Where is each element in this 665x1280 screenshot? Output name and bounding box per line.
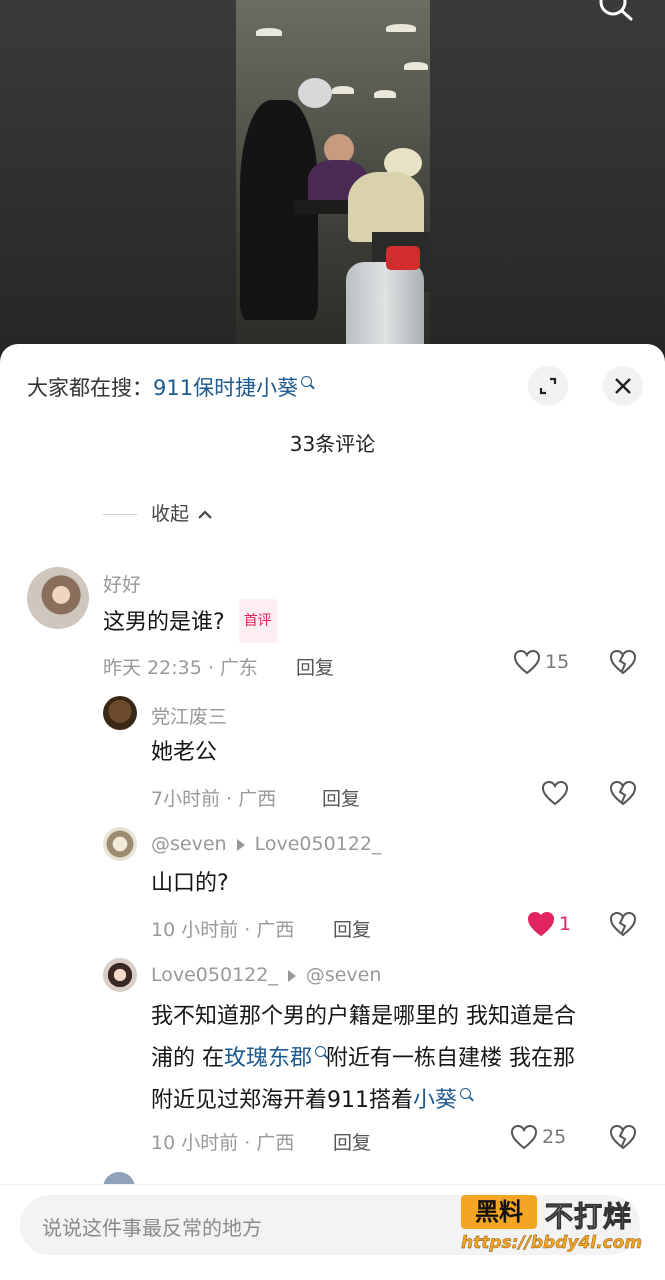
trending-search-term[interactable]: 911保时捷小葵: [153, 376, 298, 400]
comment-input-placeholder: 说说这件事最反常的地方: [42, 1216, 262, 1240]
avatar[interactable]: [27, 567, 89, 629]
reply-to-username[interactable]: Love050122_: [255, 833, 382, 855]
video-thumbnail[interactable]: [236, 0, 430, 350]
heart-icon: [513, 649, 541, 675]
comment-username[interactable]: Love050122_: [151, 964, 278, 986]
comments-sheet: 大家都在搜：911保时捷小葵 33条评论 收起 好好 这男的是谁? 首评 昨天 2…: [0, 344, 665, 1280]
search-link-icon: [460, 1088, 472, 1099]
name-link-text: 小葵: [413, 1088, 458, 1113]
like-button[interactable]: [541, 780, 569, 806]
like-count: 25: [542, 1126, 567, 1148]
heart-icon: [541, 780, 569, 806]
search-link-icon: [315, 1046, 327, 1057]
watermark-box-text: 黑料: [461, 1195, 537, 1229]
collapse-label: 收起: [151, 503, 190, 525]
location-link[interactable]: 玫瑰东郡: [224, 1046, 327, 1071]
comment-text-segment: 浦的 在: [151, 1046, 224, 1071]
reply-button[interactable]: 回复: [322, 784, 360, 811]
comment-text-segment: 附近有一栋自建楼 我在那: [326, 1046, 576, 1071]
like-button[interactable]: 1: [527, 911, 571, 937]
reply-button[interactable]: 回复: [333, 1128, 371, 1155]
comment-username[interactable]: 好好: [103, 570, 141, 597]
dislike-icon[interactable]: [609, 649, 637, 675]
like-count: 1: [559, 913, 572, 935]
dislike-icon[interactable]: [609, 780, 637, 806]
like-count: 15: [545, 651, 570, 673]
comment-username[interactable]: @seven: [151, 833, 227, 855]
dislike-icon[interactable]: [609, 1124, 637, 1150]
trending-search-prefix: 大家都在搜：: [27, 376, 153, 400]
dislike-icon[interactable]: [609, 911, 637, 937]
like-button[interactable]: 25: [510, 1124, 566, 1150]
comment-username[interactable]: 党江废三: [151, 702, 227, 729]
watermark-logo: 黑料 不打烊 https://bbdy4l.com: [461, 1195, 645, 1259]
watermark-text: 不打烊: [544, 1200, 633, 1234]
comment-count-title: 33条评论: [289, 432, 376, 456]
comment-text-line: 浦的 在玫瑰东郡 附近有一栋自建楼 我在那: [151, 1038, 651, 1080]
comment-username-line: Love050122_ @seven: [151, 964, 381, 986]
trending-search-bar[interactable]: 大家都在搜：911保时捷小葵: [27, 372, 313, 402]
close-icon: [615, 378, 631, 394]
divider: [103, 514, 137, 515]
comment-meta: 10 小时前 · 广西: [151, 919, 295, 941]
reply-button[interactable]: 回复: [296, 653, 334, 680]
avatar[interactable]: [103, 958, 137, 992]
collapse-replies-button[interactable]: 收起: [103, 499, 213, 526]
reply-arrow-icon: [287, 969, 296, 982]
search-link-icon: [301, 376, 313, 387]
heart-icon: [510, 1124, 538, 1150]
expand-icon: [539, 377, 557, 395]
comment-text: 她老公: [151, 740, 218, 765]
heart-filled-icon: [527, 911, 555, 937]
reply-button[interactable]: 回复: [333, 915, 371, 942]
like-button[interactable]: 15: [513, 649, 569, 675]
location-link-text: 玫瑰东郡: [224, 1046, 313, 1071]
comment-body: 这男的是谁?: [103, 610, 225, 635]
first-comment-badge: 首评: [238, 599, 277, 643]
comment-text-line: 附近见过郑海开着911搭着小葵: [151, 1080, 651, 1122]
comment-meta: 昨天 22:35 · 广东: [103, 657, 258, 679]
reply-to-username[interactable]: @seven: [306, 964, 382, 986]
search-icon[interactable]: [599, 0, 639, 22]
comment-text: 这男的是谁? 首评: [103, 599, 277, 645]
chevron-up-icon: [198, 509, 212, 519]
comment-text-segment: 附近见过郑海开着911搭着: [151, 1088, 413, 1113]
reply-arrow-icon: [236, 838, 245, 851]
close-button[interactable]: [603, 366, 643, 406]
avatar[interactable]: [103, 696, 137, 730]
comment-text: 山口的?: [151, 871, 229, 896]
expand-button[interactable]: [528, 366, 568, 406]
comment-text-line: 我不知道那个男的户籍是哪里的 我知道是合: [151, 1004, 576, 1029]
comment-input-bar: 说说这件事最反常的地方 黑料 不打烊 https://bbdy4l.com: [0, 1184, 665, 1280]
comment-meta: 10 小时前 · 广西: [151, 1132, 295, 1154]
comment-username-line: @seven Love050122_: [151, 833, 381, 855]
name-link[interactable]: 小葵: [413, 1088, 472, 1113]
avatar[interactable]: [103, 827, 137, 861]
comment-text: 我不知道那个男的户籍是哪里的 我知道是合 浦的 在玫瑰东郡 附近有一栋自建楼 我在…: [151, 996, 651, 1122]
watermark-url: https://bbdy4l.com: [461, 1233, 643, 1253]
comment-meta: 7小时前 · 广西: [151, 788, 277, 810]
